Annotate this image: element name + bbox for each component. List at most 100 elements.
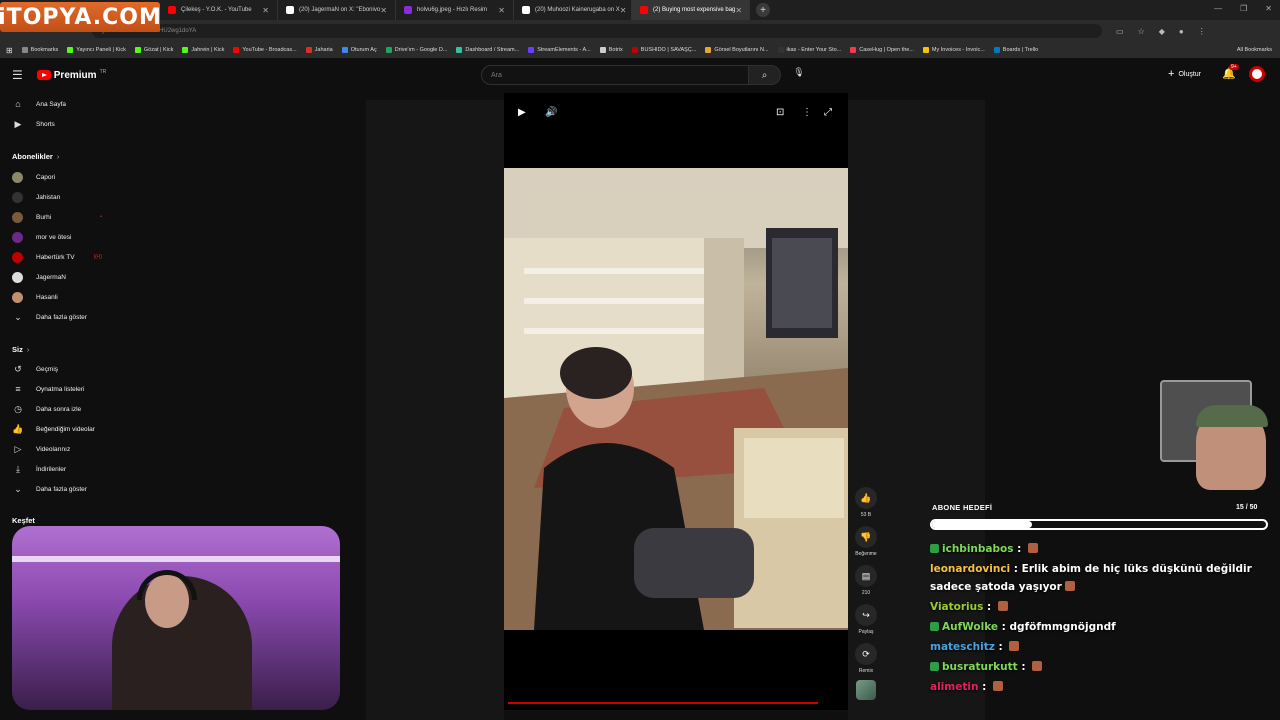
maximize-icon[interactable]: ❐ — [1240, 4, 1247, 13]
tab-favicon — [286, 6, 294, 14]
close-icon[interactable]: ✕ — [620, 6, 627, 15]
bookmark-item[interactable]: Drive'ım - Google D... — [385, 47, 447, 53]
browser-tab[interactable]: (20) Muhoozi Kainerugaba on X ✕ — [514, 0, 632, 20]
minimize-icon[interactable]: — — [1214, 4, 1222, 13]
bookmark-favicon — [134, 47, 141, 53]
bookmark-item[interactable]: Dashboard / Stream... — [456, 47, 519, 53]
you-heading[interactable]: Siz › — [12, 345, 29, 354]
sidebar-item-channel[interactable]: Burhi • — [0, 208, 118, 226]
subscriptions-heading[interactable]: Abonelikler › — [12, 152, 59, 161]
bookmark-item[interactable]: Oturum Aç — [341, 47, 377, 53]
create-button[interactable]: + Oluştur — [1168, 68, 1201, 80]
close-window-icon[interactable]: ✕ — [1265, 4, 1272, 13]
search-input[interactable]: Ara — [481, 65, 749, 85]
chevron-right-icon: › — [56, 152, 60, 161]
captions-icon[interactable]: ⊡ — [776, 107, 784, 118]
remix-button[interactable]: ⟳ Remix — [854, 643, 878, 674]
chat-message: ichbinbabos : — [930, 540, 1260, 558]
chevron-down-icon: ⌄ — [14, 483, 22, 494]
chat-message: mateschitz : — [930, 638, 1260, 656]
youtube-logo[interactable]: Premium TR — [36, 69, 106, 81]
address-bar-row: youtube.com/shorts/zHU2wg1doYA ▭ ☆ ◆ ● ⋮ — [0, 20, 1280, 42]
url-field[interactable]: youtube.com/shorts/zHU2wg1doYA — [92, 24, 1102, 38]
bookmark-item[interactable]: Yayıncı Paneli | Kick — [67, 47, 126, 53]
profile-icon[interactable]: ● — [1179, 27, 1184, 36]
menu-dots-icon[interactable]: ⋮ — [1198, 27, 1206, 36]
bookmark-item[interactable]: My Invoices - Invoic... — [922, 47, 985, 53]
tab-favicon — [168, 6, 176, 14]
sound-thumbnail[interactable] — [856, 680, 876, 700]
sidebar-item-your-videos[interactable]: ▷ Videolarınız — [0, 440, 118, 458]
chat-username: busraturkutt — [942, 661, 1018, 673]
sidebar-item-shorts[interactable]: ▶ Shorts — [0, 115, 118, 133]
comments-button[interactable]: ▤ 210 — [854, 565, 878, 596]
video-frame[interactable] — [504, 168, 848, 630]
sidebar-item-liked-videos[interactable]: 👍 Beğendiğim videolar — [0, 420, 118, 438]
fullscreen-icon[interactable]: ⤢ — [824, 107, 832, 118]
like-button[interactable]: 👍 53 B — [854, 487, 878, 518]
hamburger-menu-icon[interactable]: ☰ — [12, 68, 23, 82]
bookmark-item[interactable]: Görsel Boyutlarını N... — [705, 47, 769, 53]
bookmark-item[interactable]: Bookmarks — [21, 47, 58, 53]
play-icon[interactable]: ▶ — [518, 107, 526, 118]
search-button[interactable]: ⌕ — [749, 65, 781, 85]
chat-emote-icon — [1028, 543, 1038, 553]
new-tab-button[interactable]: + — [756, 3, 770, 17]
chat-username: mateschitz — [930, 641, 995, 653]
sidebar-show-more[interactable]: ⌄ Daha fazla göster — [0, 480, 118, 498]
close-icon[interactable]: ✕ — [735, 6, 742, 15]
bookmark-item[interactable]: CaseHug | Open the... — [850, 47, 914, 53]
bookmark-item[interactable]: Boards | Trello — [993, 47, 1038, 53]
chat-username: leonardovinci — [930, 563, 1011, 575]
sidebar-show-more[interactable]: ⌄ Daha fazla göster — [0, 308, 118, 326]
dislike-button[interactable]: 👎 Beğenme — [854, 526, 878, 557]
star-icon[interactable]: ☆ — [1138, 27, 1145, 36]
shorts-side-panel — [366, 100, 504, 720]
bookmark-item[interactable]: StreamElements - A... — [528, 47, 591, 53]
bookmark-item[interactable]: YouTube - Broadcas... — [233, 47, 297, 53]
tab-favicon — [404, 6, 412, 14]
thumbs-up-icon: 👍 — [855, 487, 877, 509]
sidebar-item-channel[interactable]: JagermaN — [0, 268, 118, 286]
sidebar-item-channel[interactable]: Hasanli — [0, 288, 118, 306]
account-avatar[interactable] — [1249, 66, 1265, 82]
all-bookmarks[interactable]: All Bookmarks — [1237, 47, 1272, 53]
screen-share-icon[interactable]: ▭ — [1116, 27, 1124, 36]
sidebar-item-history[interactable]: ↺ Geçmiş — [0, 360, 118, 378]
sidebar-item-downloads[interactable]: ⤓ İndirilenler — [0, 460, 118, 478]
bookmark-item[interactable]: Jahrein | Kick — [182, 47, 224, 53]
close-icon[interactable]: ✕ — [498, 6, 505, 15]
bookmark-favicon — [599, 47, 606, 53]
sidebar-item-channel[interactable]: Capori — [0, 168, 118, 186]
notifications-button[interactable]: 🔔 9+ — [1222, 64, 1239, 80]
close-icon[interactable]: ✕ — [380, 6, 387, 15]
bookmark-favicon — [777, 47, 784, 53]
bookmark-item[interactable]: BUSHIDO | SAVAŞÇ... — [631, 47, 696, 53]
volume-icon[interactable]: 🔊 — [545, 107, 557, 118]
browser-tab[interactable]: Çilekeş - Y.O.K. - YouTube ✕ — [160, 0, 278, 20]
sidebar: ⌂ Ana Sayfa ▶ Shorts Abonelikler › Capori J… — [0, 92, 118, 525]
sidebar-item-channel[interactable]: mor ve ötesi — [0, 228, 118, 246]
bookmark-favicon — [705, 47, 712, 53]
sidebar-item-playlists[interactable]: ≡ Oynatma listeleri — [0, 380, 118, 398]
playlist-icon: ≡ — [15, 384, 21, 394]
channel-avatar — [12, 291, 23, 303]
voice-search-button[interactable]: 🎙 — [792, 67, 806, 83]
browser-tab[interactable]: (20) JagermaN on X: "Ebonivo ✕ — [278, 0, 396, 20]
bookmark-item[interactable]: Gözat | Kick — [134, 47, 173, 53]
browser-tab[interactable]: holvu6g.jpeg - Hızlı Resim ✕ — [396, 0, 514, 20]
bookmark-item[interactable]: Jaharia — [305, 47, 333, 53]
browser-tab-active[interactable]: (2) Buying most expensive bag ✕ — [632, 0, 750, 20]
bookmark-item[interactable]: ikas - Enter Your Sto... — [777, 47, 841, 53]
more-options-icon[interactable]: ⋮ — [802, 107, 812, 118]
share-button[interactable]: ↪ Paylaş — [854, 604, 878, 635]
video-progress-bar[interactable] — [508, 702, 818, 704]
sidebar-item-watch-later[interactable]: ◷ Daha sonra izle — [0, 400, 118, 418]
sidebar-item-home[interactable]: ⌂ Ana Sayfa — [0, 95, 118, 113]
extension-icon[interactable]: ◆ — [1159, 27, 1165, 36]
sidebar-item-channel[interactable]: Jahistan — [0, 188, 118, 206]
sidebar-item-channel[interactable]: Habertürk TV ((•)) — [0, 248, 118, 266]
apps-grid-icon[interactable]: ⊞ — [6, 46, 13, 55]
bookmark-item[interactable]: Botrix — [599, 47, 623, 53]
close-icon[interactable]: ✕ — [262, 6, 269, 15]
